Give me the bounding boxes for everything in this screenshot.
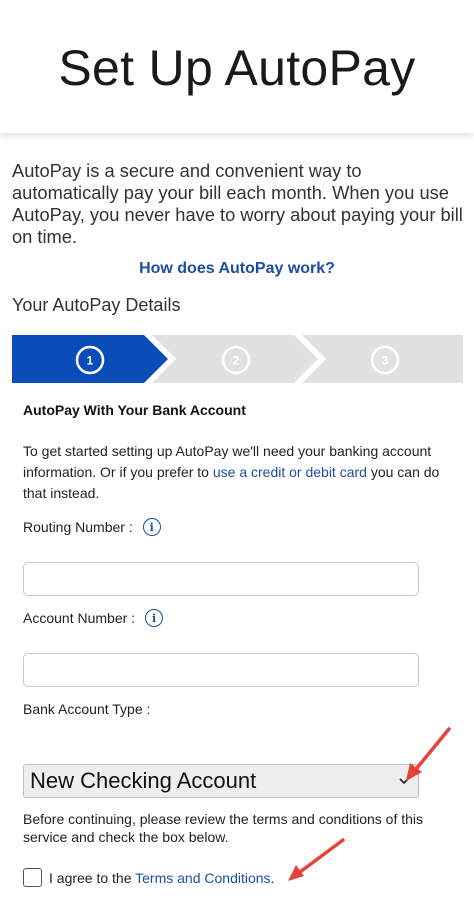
bank-form-description: To get started setting up AutoPay we'll …	[23, 441, 463, 504]
routing-number-label-row: Routing Number : i	[23, 518, 161, 536]
account-number-label-row: Account Number : i	[23, 609, 164, 627]
intro-text: AutoPay is a secure and convenient way t…	[12, 160, 463, 247]
step-3-number: 3	[382, 354, 389, 368]
bank-account-type-label: Bank Account Type :	[23, 701, 151, 717]
bank-form-title: AutoPay With Your Bank Account	[23, 402, 246, 418]
routing-number-label: Routing Number :	[23, 519, 133, 535]
terms-checkbox[interactable]	[23, 868, 42, 887]
agree-row: I agree to the Terms and Conditions.	[23, 868, 274, 887]
page-title: Set Up AutoPay	[58, 39, 416, 96]
how-autopay-works-link[interactable]: How does AutoPay work?	[0, 260, 474, 278]
agree-label: I agree to the Terms and Conditions.	[49, 870, 274, 886]
account-number-input[interactable]	[23, 653, 419, 687]
chevron-down-icon	[399, 778, 409, 785]
routing-number-input[interactable]	[23, 562, 419, 596]
agree-after: .	[270, 869, 275, 886]
account-info-icon[interactable]: i	[145, 609, 164, 627]
agree-before: I agree to the	[49, 869, 136, 886]
details-title: Your AutoPay Details	[12, 295, 181, 315]
account-number-label: Account Number :	[23, 610, 136, 626]
routing-info-icon[interactable]: i	[142, 518, 161, 536]
terms-instructions: Before continuing, please review the ter…	[23, 811, 424, 845]
step-2-number: 2	[233, 354, 240, 368]
progress-stepper: 1 2 3	[12, 335, 463, 383]
step-1-number: 1	[87, 354, 94, 368]
arrow-to-terms-icon	[288, 838, 345, 881]
bank-account-type-value: New Checking Account	[30, 768, 257, 793]
terms-and-conditions-link[interactable]: Terms and Conditions	[135, 870, 270, 886]
page-header: Set Up AutoPay	[0, 0, 474, 133]
bank-account-type-select[interactable]: New Checking Account	[23, 764, 419, 798]
credit-debit-card-link[interactable]: use a credit or debit card	[213, 464, 367, 480]
